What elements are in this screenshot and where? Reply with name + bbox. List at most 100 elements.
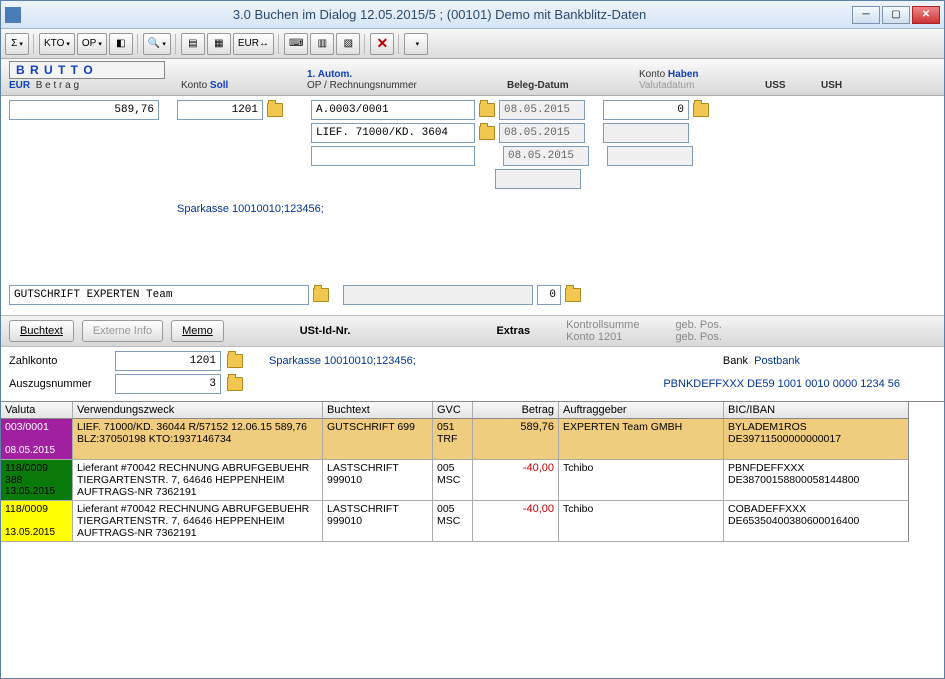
autom-label: 1. Autom. (307, 69, 352, 80)
tab-buchtext[interactable]: Buchtext (9, 320, 74, 342)
folder-icon[interactable] (479, 126, 495, 140)
folder-icon[interactable] (565, 288, 581, 302)
transaction-grid: Valuta Verwendungszweck Buchtext GVC Bet… (1, 401, 944, 678)
konto-soll-label: Konto (181, 80, 207, 91)
tool-dropdown[interactable]: ▾ (404, 33, 428, 55)
folder-icon[interactable] (479, 103, 495, 117)
uss-label: USS (765, 80, 815, 91)
tool-button-3[interactable]: ▦ (207, 33, 231, 55)
tool-button-5[interactable]: ▧ (336, 33, 360, 55)
folder-icon[interactable] (227, 354, 243, 368)
gvc-cell: 005 MSC (433, 501, 473, 542)
geb-pos-label-1: geb. Pos. (675, 319, 721, 331)
eur-label: EUR (9, 80, 30, 91)
app-icon (5, 7, 21, 23)
geb-pos-label-2: geb. Pos. (675, 331, 721, 343)
auftrag-cell: Tchibo (559, 460, 724, 501)
valuta-cell: 118/0009 13.05.2015 (1, 501, 73, 542)
tool-button-4[interactable]: ▥ (310, 33, 334, 55)
eur-button[interactable]: EUR↔ (233, 33, 274, 55)
maximize-button[interactable]: ▢ (882, 6, 910, 24)
konto1201-label: Konto 1201 (566, 331, 639, 343)
brutto-indicator: B R U T T O (9, 61, 165, 79)
folder-icon[interactable] (313, 288, 329, 302)
konto-soll-input[interactable] (177, 100, 263, 120)
btext-cell: LASTSCHRIFT 999010 (323, 460, 433, 501)
beleg-datum-input-1[interactable] (499, 100, 585, 120)
gvc-cell: 051 TRF (433, 419, 473, 460)
col-valuta-header[interactable]: Valuta (1, 402, 73, 419)
keyboard-button[interactable]: ⌨ (284, 33, 308, 55)
col-bic-header[interactable]: BIC/IBAN (724, 402, 909, 419)
konto-haben-input[interactable] (603, 100, 689, 120)
kto-button[interactable]: KTO▾ (39, 33, 75, 55)
valuta-input-1[interactable] (603, 123, 689, 143)
bic-cell: PBNFDEFFXXX DE38700158800058144800 (724, 460, 909, 501)
table-row[interactable]: 003/0001 08.05.2015LIEF. 71000/KD. 36044… (1, 419, 944, 460)
soll-bank-info: Sparkasse 10010010;123456; (177, 203, 936, 215)
valuta-cell: 003/0001 08.05.2015 (1, 419, 73, 460)
valuta-input-2[interactable] (607, 146, 693, 166)
col-vzweck-header[interactable]: Verwendungszweck (73, 402, 323, 419)
kontrollsumme-label: Kontrollsumme (566, 319, 639, 331)
vzweck-cell: Lieferant #70042 RECHNUNG ABRUFGEBUEHR T… (73, 501, 323, 542)
vzweck-cell: LIEF. 71000/KD. 36044 R/57152 12.06.15 5… (73, 419, 323, 460)
beleg-datum-input-2[interactable] (499, 123, 585, 143)
konto-haben-label: Konto (639, 69, 665, 80)
bic-cell: COBADEFFXXX DE65350400380600016400 (724, 501, 909, 542)
extras-label: Extras (496, 325, 530, 337)
buchtext-num-input[interactable] (537, 285, 561, 305)
betrag-cell: 589,76 (473, 419, 559, 460)
btext-cell: GUTSCHRIFT 699 (323, 419, 433, 460)
ush-label: USH (821, 80, 871, 91)
auszugsnummer-label: Auszugsnummer (9, 378, 109, 390)
op-input-2[interactable] (311, 123, 475, 143)
folder-icon[interactable] (227, 377, 243, 391)
minimize-button[interactable]: ─ (852, 6, 880, 24)
op-input-3[interactable] (311, 146, 475, 166)
table-row[interactable]: 118/000938813.05.2015Lieferant #70042 RE… (1, 460, 944, 501)
delete-button[interactable]: ✕ (370, 33, 394, 55)
search-button[interactable]: 🔍▾ (143, 33, 171, 55)
table-row[interactable]: 118/0009 13.05.2015Lieferant #70042 RECH… (1, 501, 944, 542)
folder-icon[interactable] (693, 103, 709, 117)
ust-id-input[interactable] (343, 285, 533, 305)
tab-memo[interactable]: Memo (171, 320, 224, 342)
auszugsnummer-input[interactable] (115, 374, 221, 394)
valuta-cell: 118/000938813.05.2015 (1, 460, 73, 501)
btext-cell: LASTSCHRIFT 999010 (323, 501, 433, 542)
close-button[interactable]: ✕ (912, 6, 940, 24)
op-input-1[interactable] (311, 100, 475, 120)
main-toolbar: Σ▾ KTO▾ OP▾ ◧ 🔍▾ ▤ ▦ EUR↔ ⌨ ▥ ▧ ✕ ▾ (1, 29, 944, 59)
betrag-input[interactable] (9, 100, 159, 120)
bic-cell: BYLADEM1ROS DE39711500000000017 (724, 419, 909, 460)
col-betrag-header[interactable]: Betrag (473, 402, 559, 419)
zahl-section: Zahlkonto Sparkasse 10010010;123456; Ban… (1, 347, 944, 401)
tool-button-2[interactable]: ▤ (181, 33, 205, 55)
beleg-datum-input-4[interactable] (495, 169, 581, 189)
sigma-button[interactable]: Σ▾ (5, 33, 29, 55)
betrag-cell: -40,00 (473, 501, 559, 542)
auftrag-cell: EXPERTEN Team GMBH (559, 419, 724, 460)
ust-id-label: USt-Id-Nr. (300, 325, 351, 337)
entry-form: Sparkasse 10010010;123456; (1, 96, 944, 315)
tab-band: Buchtext Externe Info Memo USt-Id-Nr. Ex… (1, 315, 944, 347)
betrag-cell: -40,00 (473, 460, 559, 501)
tool-button-1[interactable]: ◧ (109, 33, 133, 55)
field-headers: B R U T T O EUR B e t r a g Konto Soll 1… (1, 59, 944, 96)
vzweck-cell: Lieferant #70042 RECHNUNG ABRUFGEBUEHR T… (73, 460, 323, 501)
beleg-datum-label: Beleg-Datum (507, 80, 633, 91)
bank-name: Postbank (754, 355, 800, 367)
beleg-datum-input-3[interactable] (503, 146, 589, 166)
col-gvc-header[interactable]: GVC (433, 402, 473, 419)
col-auftrag-header[interactable]: Auftraggeber (559, 402, 724, 419)
valutadatum-label: Valutadatum (639, 80, 759, 91)
zahlkonto-input[interactable] (115, 351, 221, 371)
buchtext-input[interactable] (9, 285, 309, 305)
col-btext-header[interactable]: Buchtext (323, 402, 433, 419)
op-button[interactable]: OP▾ (77, 33, 107, 55)
auftrag-cell: Tchibo (559, 501, 724, 542)
tab-externe-info[interactable]: Externe Info (82, 320, 163, 342)
bank-label: Bank (723, 355, 748, 367)
folder-icon[interactable] (267, 103, 283, 117)
